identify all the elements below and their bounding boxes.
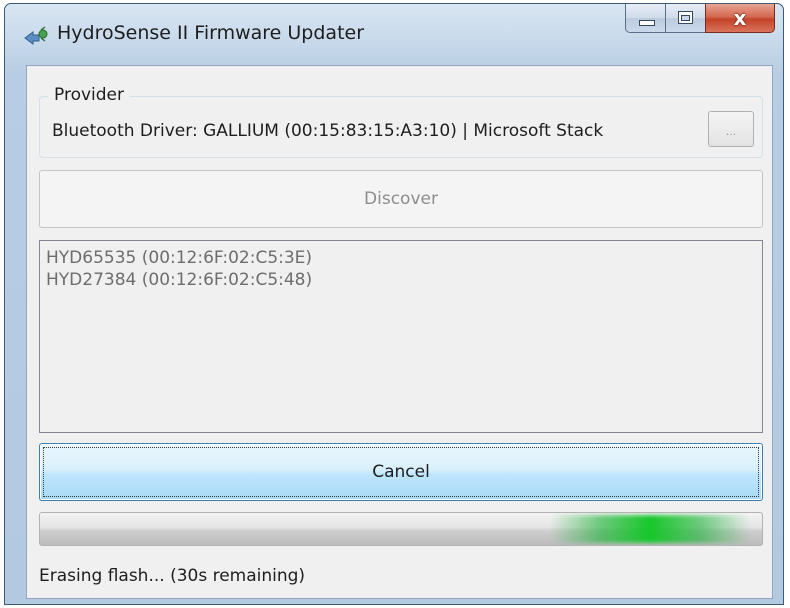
- minimize-icon: [639, 20, 655, 26]
- maximize-icon: [678, 11, 693, 24]
- device-list[interactable]: HYD65535 (00:12:6F:02:C5:3E) HYD27384 (0…: [39, 240, 763, 433]
- caption-buttons: x: [625, 4, 775, 34]
- window-title: HydroSense II Firmware Updater: [57, 22, 365, 44]
- list-item[interactable]: HYD65535 (00:12:6F:02:C5:3E): [46, 247, 756, 269]
- cancel-button[interactable]: Cancel: [39, 443, 763, 501]
- maximize-button[interactable]: [665, 4, 705, 33]
- status-text: Erasing flash... (30s remaining): [39, 566, 306, 586]
- browse-provider-button[interactable]: ...: [708, 111, 754, 147]
- updater-window: HydroSense II Firmware Updater x Provide…: [4, 3, 784, 605]
- progress-bar: [39, 512, 763, 546]
- provider-label: Provider: [48, 85, 130, 105]
- provider-group: Provider Bluetooth Driver: GALLIUM (00:1…: [39, 85, 763, 158]
- client-area: Provider Bluetooth Driver: GALLIUM (00:1…: [26, 65, 773, 599]
- progress-indicator: [550, 515, 750, 543]
- minimize-button[interactable]: [625, 4, 665, 33]
- title-bar[interactable]: HydroSense II Firmware Updater x: [5, 4, 783, 66]
- close-button[interactable]: x: [705, 4, 775, 33]
- provider-value: Bluetooth Driver: GALLIUM (00:15:83:15:A…: [52, 121, 604, 141]
- close-icon: x: [733, 6, 747, 30]
- discover-button[interactable]: Discover: [39, 170, 763, 228]
- bluetooth-device-icon: [24, 26, 48, 45]
- list-item[interactable]: HYD27384 (00:12:6F:02:C5:48): [46, 269, 756, 291]
